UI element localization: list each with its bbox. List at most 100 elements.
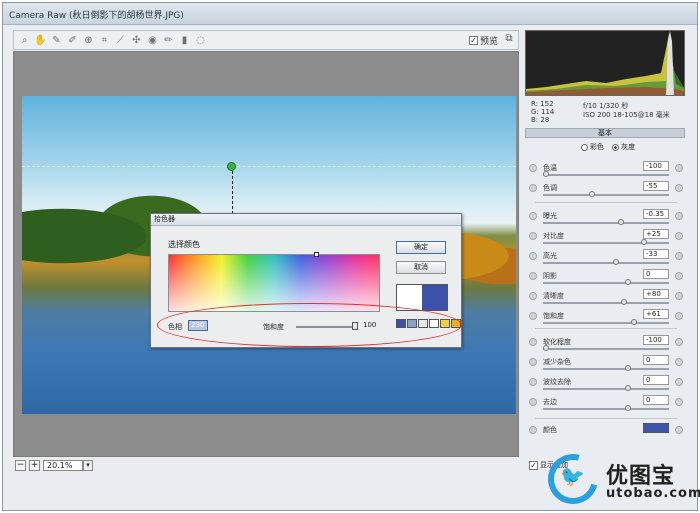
slider-thumb[interactable]	[625, 279, 631, 285]
fullscreen-icon[interactable]: ⧉	[502, 33, 516, 47]
adjustment-slider[interactable]	[543, 282, 669, 284]
panel-tab-basic[interactable]: 基本	[525, 128, 685, 138]
plus-icon[interactable]	[675, 184, 683, 192]
plus-icon[interactable]	[675, 378, 683, 386]
plus-icon[interactable]	[675, 358, 683, 366]
rotate-icon[interactable]: ◌	[194, 34, 207, 47]
cancel-button[interactable]: 取消	[396, 261, 446, 274]
minus-icon[interactable]	[529, 312, 537, 320]
plus-icon[interactable]	[675, 426, 683, 434]
adjustment-label: 减少杂色	[543, 358, 571, 366]
adjustment-value[interactable]: +80	[643, 289, 669, 299]
minus-icon[interactable]	[529, 232, 537, 240]
adjustment-slider[interactable]	[543, 222, 669, 224]
adjustment-slider[interactable]	[543, 388, 669, 390]
minus-icon[interactable]	[529, 338, 537, 346]
slider-thumb[interactable]	[631, 319, 637, 325]
slider-thumb[interactable]	[625, 405, 631, 411]
red-eye-icon[interactable]: ◉	[146, 34, 159, 47]
preview-checkbox[interactable]: ✓ 预览	[469, 34, 498, 47]
slider-thumb[interactable]	[543, 171, 549, 177]
slider-thumb[interactable]	[589, 191, 595, 197]
adjustment-value[interactable]: -100	[643, 161, 669, 171]
adjustment-slider[interactable]	[543, 368, 669, 370]
adjustment-row: 饱和度 +61	[525, 308, 687, 328]
hand-icon[interactable]: ✋	[34, 34, 47, 47]
zoom-in-button[interactable]: +	[29, 460, 40, 471]
slider-thumb[interactable]	[641, 239, 647, 245]
plus-icon[interactable]	[675, 232, 683, 240]
highlight-annotation	[157, 303, 462, 347]
spot-removal-icon[interactable]: ✣	[130, 34, 143, 47]
plus-icon[interactable]	[675, 272, 683, 280]
exif-info: f/10 1/320 秒 ISO 200 18-105@18 毫米	[583, 102, 670, 120]
adjustment-slider[interactable]	[543, 302, 669, 304]
adjustment-value[interactable]: -33	[643, 249, 669, 259]
adjustment-value[interactable]: 0	[643, 269, 669, 279]
minus-icon[interactable]	[529, 398, 537, 406]
plus-icon[interactable]	[675, 252, 683, 260]
minus-icon[interactable]	[529, 358, 537, 366]
chevron-down-icon[interactable]: ▾	[83, 460, 93, 471]
plus-icon[interactable]	[675, 338, 683, 346]
slider-thumb[interactable]	[625, 385, 631, 391]
gradient-icon[interactable]: ▮	[178, 34, 191, 47]
color-swatch[interactable]	[643, 423, 669, 433]
watermark-logo: 🐦 优图宝 utobao.com	[538, 444, 700, 513]
slider-thumb[interactable]	[613, 259, 619, 265]
adjustment-value[interactable]: 0	[643, 395, 669, 405]
adjustment-label: 高光	[543, 252, 557, 260]
plus-icon[interactable]	[675, 292, 683, 300]
previous-color	[397, 285, 422, 310]
minus-icon[interactable]	[529, 378, 537, 386]
graduated-filter-axis[interactable]	[232, 166, 233, 214]
adjustment-slider[interactable]	[543, 348, 669, 350]
adjustment-slider[interactable]	[543, 262, 669, 264]
adjustment-value[interactable]: 0	[643, 375, 669, 385]
minus-icon[interactable]	[529, 164, 537, 172]
exif-aperture-shutter: f/10 1/320 秒	[583, 102, 629, 110]
radio-grayscale[interactable]	[612, 143, 620, 151]
adjustment-slider[interactable]	[543, 174, 669, 176]
adjustment-value[interactable]: +25	[643, 229, 669, 239]
minus-icon[interactable]	[529, 426, 537, 434]
adjustment-value[interactable]: -55	[643, 181, 669, 191]
slider-thumb[interactable]	[618, 219, 624, 225]
adjustment-slider[interactable]	[543, 242, 669, 244]
slider-thumb[interactable]	[543, 345, 549, 351]
adjustment-slider[interactable]	[543, 194, 669, 196]
minus-icon[interactable]	[529, 212, 537, 220]
zoom-icon[interactable]: ⌕	[18, 34, 31, 47]
adjustment-value[interactable]: -100	[643, 335, 669, 345]
straighten-icon[interactable]: ⟋	[114, 34, 127, 47]
adjustment-slider[interactable]	[543, 322, 669, 324]
white-balance-icon[interactable]: ✎	[50, 34, 63, 47]
minus-icon[interactable]	[529, 252, 537, 260]
target-adjust-icon[interactable]: ⊕	[82, 34, 95, 47]
slider-thumb[interactable]	[625, 365, 631, 371]
graduated-filter-pin[interactable]	[227, 162, 236, 171]
adjustment-row: 色调 -55	[525, 180, 687, 200]
adjustment-value[interactable]: 0	[643, 355, 669, 365]
graduated-filter-guide[interactable]	[22, 166, 516, 167]
radio-color[interactable]	[580, 143, 588, 151]
minus-icon[interactable]	[529, 292, 537, 300]
ok-button[interactable]: 确定	[396, 241, 446, 254]
treatment-mode: 彩色 灰度	[525, 142, 685, 154]
adjustment-value[interactable]: -0.35	[643, 209, 669, 219]
plus-icon[interactable]	[675, 212, 683, 220]
spectrum-marker[interactable]	[314, 252, 319, 257]
crop-icon[interactable]: ⌗	[98, 34, 111, 47]
brush-icon[interactable]: ✏	[162, 34, 175, 47]
minus-icon[interactable]	[529, 184, 537, 192]
plus-icon[interactable]	[675, 164, 683, 172]
minus-icon[interactable]	[529, 272, 537, 280]
zoom-level[interactable]: 20.1%	[43, 460, 83, 471]
plus-icon[interactable]	[675, 398, 683, 406]
zoom-out-button[interactable]: −	[15, 460, 26, 471]
slider-thumb[interactable]	[621, 299, 627, 305]
plus-icon[interactable]	[675, 312, 683, 320]
adjustment-slider[interactable]	[543, 408, 669, 410]
color-sampler-icon[interactable]: ✐	[66, 34, 79, 47]
adjustment-value[interactable]: +61	[643, 309, 669, 319]
